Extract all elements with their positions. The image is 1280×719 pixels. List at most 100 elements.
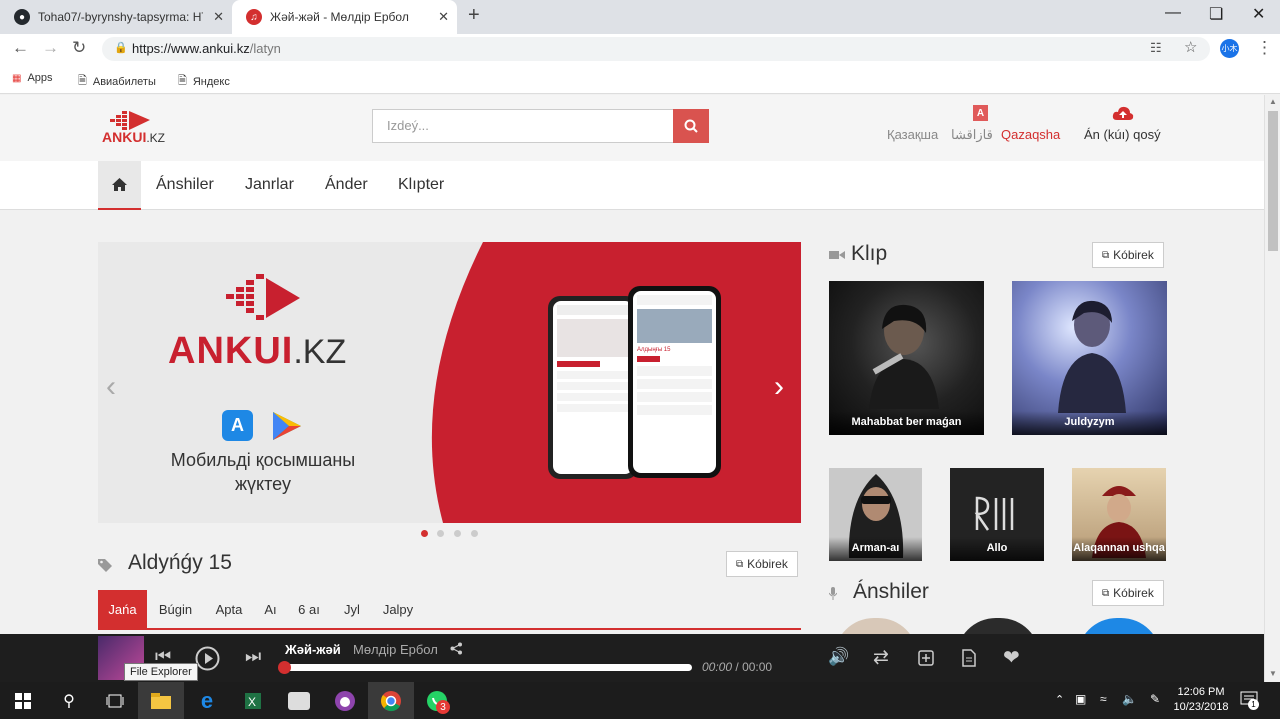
clip-thumbnail-small[interactable]: Arman-aı	[829, 468, 922, 561]
tab-6months[interactable]: 6 aı	[294, 590, 324, 628]
svg-text:X: X	[248, 695, 256, 709]
app-store-icon[interactable]: A	[222, 410, 253, 441]
page-scrollbar[interactable]: ▲ ▼	[1264, 95, 1280, 682]
tab-total[interactable]: Jalpy	[378, 590, 418, 628]
url-host: https://www.ankui.kz	[132, 41, 250, 56]
play-icon[interactable]	[195, 646, 220, 671]
klip-title: Klıp	[851, 242, 888, 265]
pen-icon[interactable]: ✎	[1150, 692, 1160, 706]
menu-dots-icon[interactable]: ⋮	[1256, 38, 1273, 58]
klip-more-button[interactable]: ⧉ Kóbirek	[1092, 242, 1164, 268]
heart-icon[interactable]: ❤	[1003, 645, 1020, 670]
bookmark-aviabilety[interactable]: 🗎 Авиабилеты	[78, 72, 156, 91]
google-play-icon[interactable]	[270, 410, 304, 442]
microphone-icon	[829, 587, 837, 600]
profile-avatar[interactable]: 小木	[1220, 39, 1239, 58]
app-icon[interactable]	[276, 682, 322, 719]
window-close-icon[interactable]: ✕	[1252, 4, 1265, 24]
browser-tab-github[interactable]: ● Toha07/-byrynshy-tapsyrma: HTM ✕	[0, 0, 232, 34]
tab-year[interactable]: Jyl	[338, 590, 366, 628]
windows-start-icon[interactable]	[0, 682, 46, 719]
close-tab-icon[interactable]: ✕	[438, 9, 449, 25]
lock-icon: 🔒	[114, 42, 128, 54]
nav-item-genres[interactable]: Janrlar	[245, 176, 294, 194]
scrollbar-thumb[interactable]	[1268, 111, 1278, 251]
lyrics-icon[interactable]	[962, 649, 976, 667]
tags-icon	[98, 559, 112, 572]
progress-track[interactable]	[278, 661, 692, 674]
top15-more-button[interactable]: ⧉ Kóbirek	[726, 551, 798, 577]
chrome-icon[interactable]	[368, 682, 414, 719]
add-song-link[interactable]: Án (kúı) qosý	[1084, 127, 1161, 142]
carousel-dot-1[interactable]	[421, 530, 428, 537]
excel-icon[interactable]: X	[230, 682, 276, 719]
nav-item-artists[interactable]: Ánshiler	[156, 176, 214, 194]
artists-more-button[interactable]: ⧉ Kóbirek	[1092, 580, 1164, 606]
carousel-next-icon[interactable]: ›	[774, 370, 784, 404]
scroll-down-icon[interactable]: ▼	[1269, 669, 1277, 678]
scroll-up-icon[interactable]: ▲	[1269, 97, 1277, 106]
task-view-icon[interactable]	[92, 682, 138, 719]
carousel-dot-3[interactable]	[454, 530, 461, 537]
maximize-icon[interactable]: ❏	[1209, 4, 1223, 24]
lang-kazakh-cyrillic[interactable]: Қазақша	[887, 127, 938, 142]
browser-tab-ankui[interactable]: ♫ Жәй-жәй - Мөлдір Ербол ✕	[232, 0, 457, 34]
allo-logo	[974, 496, 1014, 531]
tray-chevron-icon[interactable]: ⌃	[1055, 693, 1064, 706]
volume-icon[interactable]: 🔊	[828, 647, 849, 667]
search-input[interactable]: Izdeý...	[372, 109, 674, 143]
bookmark-yandex[interactable]: 🗎 Яндекс	[178, 72, 230, 91]
battery-icon[interactable]: ▣	[1075, 692, 1086, 706]
whatsapp-icon[interactable]: 3	[414, 682, 460, 719]
bookmark-star-icon[interactable]: ☆	[1184, 38, 1197, 56]
next-track-icon[interactable]: ⏭	[245, 646, 261, 667]
clip-thumbnail-small[interactable]: Alaqannan ushqa	[1072, 468, 1166, 561]
home-button[interactable]	[98, 161, 141, 210]
site-logo[interactable]: ANKUI.KZ	[102, 109, 174, 150]
tab-month[interactable]: Aı	[258, 590, 283, 628]
search-button[interactable]	[673, 109, 709, 143]
minimize-icon[interactable]: —	[1165, 4, 1181, 22]
reload-icon[interactable]: ↻	[72, 38, 86, 58]
banner-carousel[interactable]: ANKUI.KZ A Мобильді қосымшаны жүктеу Алд…	[98, 242, 801, 523]
nav-item-songs[interactable]: Ánder	[325, 176, 368, 194]
top15-title: Aldyńǵy 15	[128, 551, 232, 574]
tab-week[interactable]: Apta	[208, 590, 250, 628]
lang-kazakh-arabic[interactable]: قازاقشا	[951, 127, 993, 143]
translate-icon[interactable]: ☷	[1150, 40, 1162, 56]
edge-browser-icon[interactable]: e	[184, 682, 230, 719]
time-total: 00:00	[742, 660, 773, 674]
forward-arrow-icon[interactable]: →	[42, 38, 59, 58]
app-cat-icon[interactable]	[322, 682, 368, 719]
tab-new[interactable]: Jańa	[98, 590, 147, 628]
page-icon: 🗎	[78, 75, 87, 87]
tab-today[interactable]: Búgin	[153, 590, 198, 628]
back-arrow-icon[interactable]: ←	[12, 38, 29, 58]
clip-thumbnail-small[interactable]: Allo	[950, 468, 1044, 561]
wifi-icon[interactable]: ≈	[1100, 692, 1107, 706]
bookmark-apps[interactable]: ▦ Apps	[12, 72, 53, 84]
search-icon[interactable]: ⚲	[46, 682, 92, 719]
clip-thumbnail[interactable]: Mahabbat ber maǵan	[829, 281, 984, 435]
file-explorer-icon[interactable]	[138, 682, 184, 719]
nav-item-clips[interactable]: Klıpter	[398, 176, 444, 194]
lang-kazakh-latin[interactable]: Qazaqsha	[1001, 127, 1060, 142]
cloud-upload-icon	[1112, 106, 1134, 120]
progress-handle[interactable]	[278, 661, 291, 674]
action-center-icon[interactable]: 1	[1240, 691, 1259, 712]
speaker-icon[interactable]: 🔈	[1122, 692, 1137, 706]
clip-thumbnail[interactable]: Juldyzym	[1012, 281, 1167, 435]
add-to-playlist-icon[interactable]	[918, 650, 934, 666]
carousel-dot-4[interactable]	[471, 530, 478, 537]
clock[interactable]: 12:06 PM 10/23/2018	[1170, 685, 1232, 715]
notification-badge: 3	[436, 700, 450, 714]
new-tab-button[interactable]: +	[468, 4, 480, 27]
share-icon[interactable]	[450, 642, 463, 655]
repeat-icon[interactable]: ⇄	[873, 646, 889, 669]
carousel-dot-2[interactable]	[437, 530, 444, 537]
carousel-prev-icon[interactable]: ‹	[106, 370, 116, 404]
now-playing-artist: Мөлдір Ербол	[353, 642, 438, 657]
close-tab-icon[interactable]: ✕	[213, 9, 224, 25]
notification-count: 1	[1248, 699, 1259, 710]
address-bar[interactable]: 🔒 https://www.ankui.kz/latyn	[102, 37, 1210, 61]
